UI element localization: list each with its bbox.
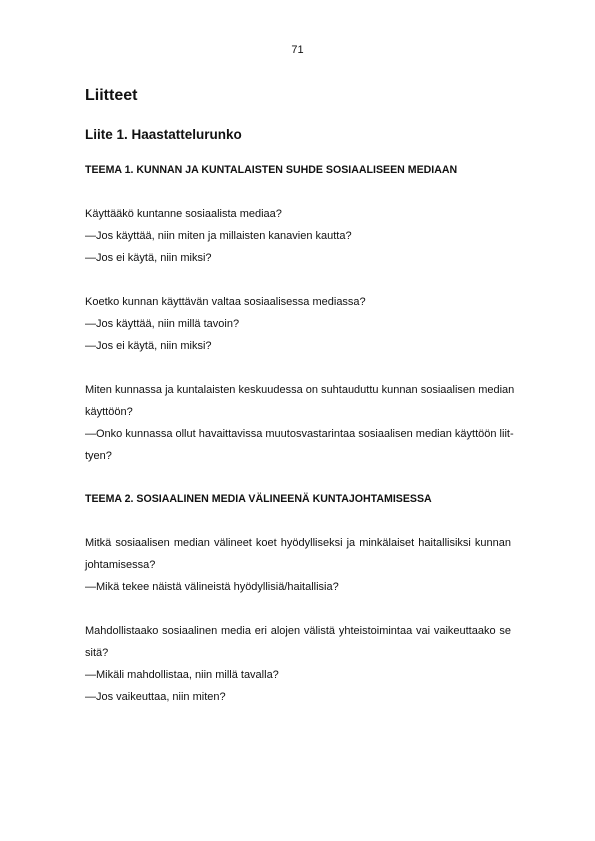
theme1-title: TEEMA 1. KUNNAN JA KUNTALAISTEN SUHDE SO… (85, 164, 458, 176)
theme2-question-1-line2: johtamisessa? (85, 559, 156, 571)
theme2-question-2-line2: sitä? (85, 647, 109, 659)
theme1-question-1-followup-b: —Jos ei käytä, niin miksi? (85, 252, 212, 264)
document-page: 71 Liitteet Liite 1. Haastattelurunko TE… (0, 0, 595, 841)
theme1-question-2: Koetko kunnan käyttävän valtaa sosiaalis… (85, 296, 366, 308)
theme2-question-2-line1: Mahdollistaako sosiaalinen media eri alo… (85, 625, 511, 637)
theme2-question-1-followup: —Mikä tekee näistä välineistä hyödyllisi… (85, 581, 339, 593)
theme1-question-1: Käyttääkö kuntanne sosiaalista mediaa? (85, 208, 282, 220)
theme1-question-3-line2: käyttöön? (85, 406, 133, 418)
theme1-question-1-followup-a: —Jos käyttää, niin miten ja millaisten k… (85, 230, 352, 242)
theme1-question-3-followup-line1: —Onko kunnassa ollut havaittavissa muuto… (85, 428, 514, 440)
theme1-question-2-followup-a: —Jos käyttää, niin millä tavoin? (85, 318, 240, 330)
theme1-question-3-line1: Miten kunnassa ja kuntalaisten keskuudes… (85, 384, 515, 396)
appendix-heading: Liite 1. Haastattelurunko (85, 127, 242, 142)
theme2-question-2-followup-a: —Mikäli mahdollistaa, niin millä tavalla… (85, 669, 279, 681)
theme1-question-2-followup-b: —Jos ei käytä, niin miksi? (85, 340, 212, 352)
theme1-question-3-followup-line2: tyen? (85, 450, 112, 462)
section-heading: Liitteet (85, 87, 138, 104)
page-number: 71 (291, 44, 304, 56)
theme2-question-1-line1: Mitkä sosiaalisen median välineet koet h… (85, 537, 511, 549)
theme2-question-2-followup-b: —Jos vaikeuttaa, niin miten? (85, 691, 226, 703)
theme2-title: TEEMA 2. SOSIAALINEN MEDIA VÄLINEENÄ KUN… (85, 493, 432, 505)
